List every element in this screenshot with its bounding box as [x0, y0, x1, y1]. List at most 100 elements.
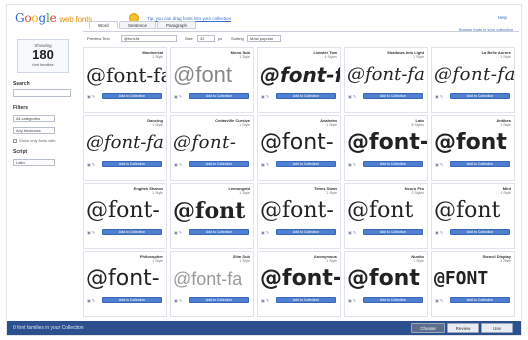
font-card[interactable]: English Sharon 1 Style @font- ▣ ✎ Add to Col…	[83, 183, 167, 249]
preview-text-input[interactable]: @font-fa	[121, 35, 177, 42]
font-card[interactable]: Montserrat 1 Style @font-fa ▣ ✎ Add to Colle…	[83, 47, 167, 113]
add-to-collection-button[interactable]: Add to Collection	[189, 161, 249, 167]
font-card[interactable]: Lato 8 Styles @font- ▣ ✎ Add to Collection	[344, 115, 428, 181]
font-sample: @font-	[347, 130, 428, 155]
font-card[interactable]: Stencil Display 1 Style @FONT ▣ ✎ Add to Col…	[431, 251, 515, 317]
add-to-collection-button[interactable]: Add to Collection	[102, 93, 162, 99]
filter-checkbox[interactable]: Show only fonts with	[13, 138, 55, 143]
font-card[interactable]: Philosopher 1 Style @font- ▣ ✎ Add to Collec…	[83, 251, 167, 317]
font-card[interactable]: Anaheim 1 Style @font- ▣ ✎ Add to Collection	[257, 115, 341, 181]
font-count-sub: font families	[32, 62, 54, 67]
font-styles-count: 1 Style	[500, 191, 511, 195]
collection-count[interactable]: 0 font families in your Collection	[13, 325, 84, 331]
font-card[interactable]: Mono Sub 1 Style @font ▣ ✎ Add to Collection	[170, 47, 254, 113]
pop-out-icon[interactable]: ▣ ✎	[348, 230, 356, 235]
add-to-collection-button[interactable]: Add to Collection	[102, 297, 162, 303]
tab-paragraph[interactable]: Paragraph	[157, 21, 197, 29]
add-to-collection-button[interactable]: Add to Collection	[189, 93, 249, 99]
font-card[interactable]: Dancing 1 Style @font-fa ▣ ✎ Add to Collecti…	[83, 115, 167, 181]
pop-out-icon[interactable]: ▣ ✎	[348, 298, 356, 303]
pop-out-icon[interactable]: ▣ ✎	[435, 230, 443, 235]
font-card[interactable]: La Belle Aurore 1 Style @font-fa ▣ ✎ Add to …	[431, 47, 515, 113]
category-select[interactable]: All categories	[13, 115, 55, 122]
size-unit: px	[218, 36, 223, 41]
pop-out-icon[interactable]: ▣ ✎	[174, 94, 182, 99]
add-to-collection-button[interactable]: Add to Collection	[450, 229, 510, 235]
font-card[interactable]: Nunito 1 Style @font ▣ ✎ Add to Collection	[344, 251, 428, 317]
font-styles-count: 1 Style	[152, 123, 163, 127]
pop-out-icon[interactable]: ▣ ✎	[261, 298, 269, 303]
font-card[interactable]: Lemongold 1 Style @font ▣ ✎ Add to Collectio…	[170, 183, 254, 249]
pop-out-icon[interactable]: ▣ ✎	[348, 94, 356, 99]
pop-out-icon[interactable]: ▣ ✎	[87, 162, 95, 167]
pop-out-icon[interactable]: ▣ ✎	[174, 230, 182, 235]
checkbox-box[interactable]	[13, 138, 17, 143]
pop-out-icon[interactable]: ▣ ✎	[348, 162, 356, 167]
search-input[interactable]	[13, 89, 71, 97]
pop-out-icon[interactable]: ▣ ✎	[87, 230, 95, 235]
size-select[interactable]: 32	[197, 35, 215, 42]
collection-bar: 0 font families in your Collection Choos…	[7, 321, 521, 335]
add-to-collection-button[interactable]: Add to Collection	[450, 93, 510, 99]
pop-out-icon[interactable]: ▣ ✎	[261, 94, 269, 99]
add-to-collection-button[interactable]: Add to Collection	[276, 161, 336, 167]
sorting-label: Sorting	[231, 36, 244, 41]
font-sample: @font	[173, 62, 233, 87]
script-select[interactable]: Latin	[13, 159, 55, 166]
font-card[interactable]: Cedarville Cursive 1 Style @font- ▣ ✎ Add to…	[170, 115, 254, 181]
pop-out-icon[interactable]: ▣ ✎	[174, 298, 182, 303]
add-to-collection-button[interactable]: Add to Collection	[363, 93, 423, 99]
pop-out-icon[interactable]: ▣ ✎	[261, 230, 269, 235]
thickness-select[interactable]: Any thickness	[13, 127, 55, 134]
add-to-collection-button[interactable]: Add to Collection	[276, 229, 336, 235]
app-window: Google web fonts Tip: you can drag fonts …	[6, 4, 522, 336]
add-to-collection-button[interactable]: Add to Collection	[189, 229, 249, 235]
font-styles-count: 1 Style	[413, 55, 424, 59]
pop-out-icon[interactable]: ▣ ✎	[87, 94, 95, 99]
font-sample: @font-	[86, 198, 160, 223]
add-to-collection-button[interactable]: Add to Collection	[450, 297, 510, 303]
add-to-collection-button[interactable]: Add to Collection	[276, 93, 336, 99]
font-card[interactable]: Lobster Two4 Styles@font-fa▣ ✎Add to Col…	[257, 47, 341, 113]
add-to-collection-button[interactable]: Add to Collection	[363, 229, 423, 235]
pop-out-icon[interactable]: ▣ ✎	[435, 94, 443, 99]
font-styles-count: 8 Styles	[411, 123, 424, 127]
pop-out-icon[interactable]: ▣ ✎	[87, 298, 95, 303]
add-to-collection-button[interactable]: Add to Collection	[450, 161, 510, 167]
font-card[interactable]: Mint 1 Style @font ▣ ✎ Add to Collection	[431, 183, 515, 249]
font-styles-count: 1 Style	[239, 191, 250, 195]
add-to-collection-button[interactable]: Add to Collection	[363, 161, 423, 167]
add-to-collection-button[interactable]: Add to Collection	[189, 297, 249, 303]
font-card[interactable]: Slim Sub 1 Style @font-fa ▣ ✎ Add to Collect…	[170, 251, 254, 317]
font-card[interactable]: Times Swan 1 Style @font- ▣ ✎ Add to Collect…	[257, 183, 341, 249]
pop-out-icon[interactable]: ▣ ✎	[261, 162, 269, 167]
font-styles-count: 1 Style	[152, 259, 163, 263]
use-button[interactable]: Use	[481, 323, 513, 333]
font-styles-count: 1 Style	[152, 191, 163, 195]
font-styles-count: 1 Style	[152, 55, 163, 59]
tab-sentence[interactable]: Sentence	[119, 21, 157, 29]
font-card[interactable]: Antibes 1 Style @font ▣ ✎ Add to Collection	[431, 115, 515, 181]
font-card[interactable]: Anonymous 1 Style @font- ▣ ✎ Add to Collecti…	[257, 251, 341, 317]
preview-toolbar: Preview Text @font-fa Size 32 px Sorting…	[83, 31, 519, 43]
help-link[interactable]: Help	[498, 15, 507, 20]
choose-button[interactable]: Choose	[411, 323, 445, 333]
review-button[interactable]: Review	[447, 323, 479, 333]
google-web-fonts-logo[interactable]: Google web fonts	[15, 11, 92, 25]
add-to-collection-button[interactable]: Add to Collection	[102, 161, 162, 167]
add-to-collection-button[interactable]: Add to Collection	[102, 229, 162, 235]
tab-word[interactable]: Word	[89, 21, 118, 29]
font-card[interactable]: Shadows Into Light 1 Style @font-fa ▣ ✎ Add …	[344, 47, 428, 113]
font-sample: @font	[347, 266, 420, 291]
add-to-collection-button[interactable]: Add to Collection	[363, 297, 423, 303]
font-sample: @font-fa	[260, 63, 340, 87]
pop-out-icon[interactable]: ▣ ✎	[435, 162, 443, 167]
pop-out-icon[interactable]: ▣ ✎	[174, 162, 182, 167]
logo-letter: G	[15, 11, 25, 25]
font-card[interactable]: Neuro Pro 2 Styles @font ▣ ✎ Add to Collecti…	[344, 183, 428, 249]
font-styles-count: 2 Styles	[411, 191, 424, 195]
font-styles-count: 1 Style	[326, 191, 337, 195]
add-to-collection-button[interactable]: Add to Collection	[276, 297, 336, 303]
pop-out-icon[interactable]: ▣ ✎	[435, 298, 443, 303]
sorting-select[interactable]: Most popular	[247, 35, 281, 42]
